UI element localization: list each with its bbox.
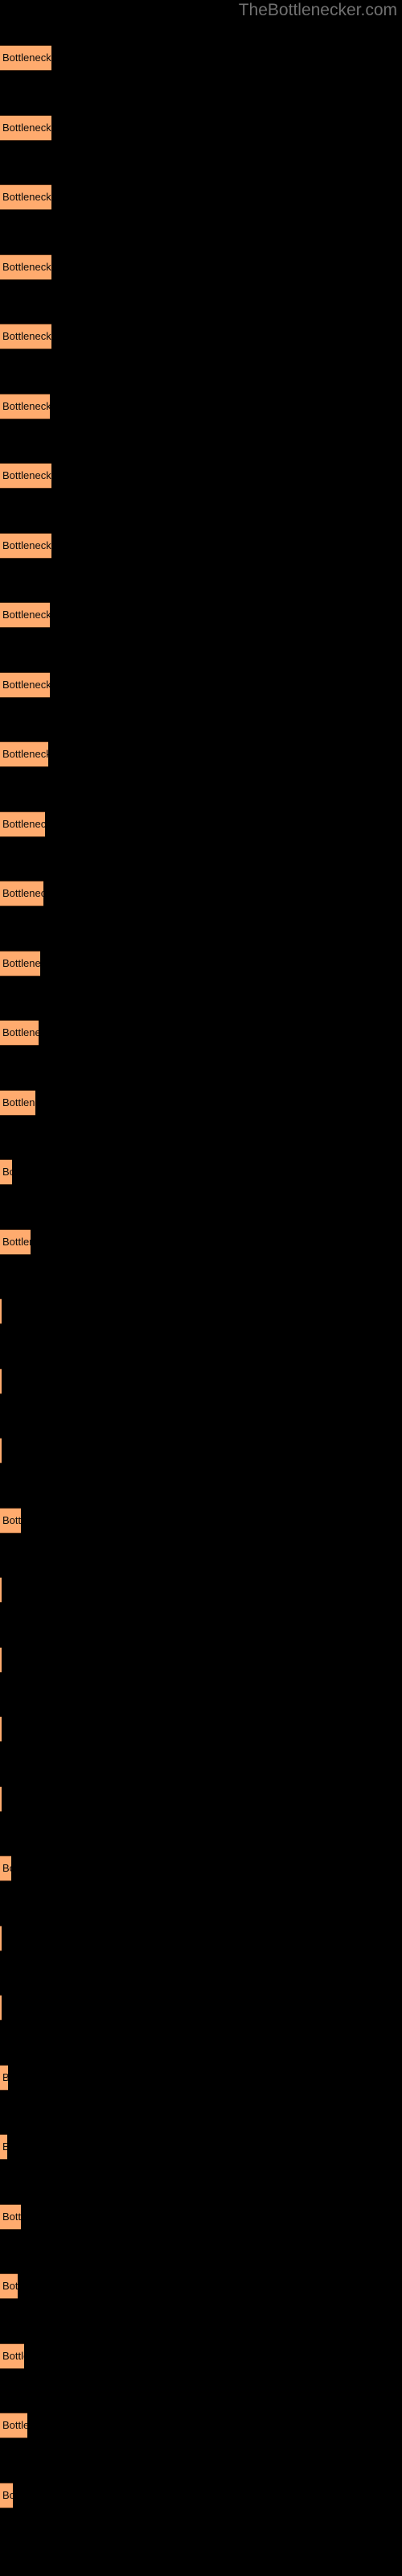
bar-label: Bottleneck result xyxy=(2,2211,21,2223)
bar-label: Bottleneck result xyxy=(2,1166,12,1178)
chart-bar[interactable]: Bottleneck result xyxy=(0,115,51,141)
bar-label: Bottleneck result xyxy=(2,1096,35,1108)
chart-bar[interactable]: Bottleneck result xyxy=(0,1786,2,1812)
bar-label: Bottleneck result xyxy=(2,1026,39,1038)
bar-label: Bottleneck result xyxy=(2,2141,7,2153)
bar-label: Bottleneck result xyxy=(2,679,50,691)
bar-label: Bottleneck result xyxy=(2,2489,13,2501)
chart-bar[interactable]: Bottleneck result xyxy=(0,951,40,976)
chart-bar[interactable]: Bottleneck result xyxy=(0,1647,2,1673)
chart-bar[interactable]: Bottleneck result xyxy=(0,1508,21,1534)
chart-bar[interactable]: Bottleneck result xyxy=(0,1577,2,1603)
bar-label: Bottleneck result xyxy=(2,52,51,64)
chart-bar[interactable]: Bottleneck result xyxy=(0,2343,24,2369)
bar-label: Bottleneck result xyxy=(2,818,45,830)
bar-label: Bottleneck result xyxy=(2,2280,18,2292)
bar-label: Bottleneck result xyxy=(2,469,51,481)
bar-label: Bottleneck result xyxy=(2,609,50,621)
chart-bar[interactable]: Bottleneck result xyxy=(0,1090,35,1116)
chart-bar[interactable]: Bottleneck result xyxy=(0,1995,2,2021)
chart-bar[interactable]: Bottleneck result xyxy=(0,1368,2,1394)
bar-label: Bottleneck result xyxy=(2,1862,11,1874)
chart-bar[interactable]: Bottleneck result xyxy=(0,2134,7,2160)
chart-bar[interactable]: Bottleneck result xyxy=(0,1438,2,1463)
chart-bar[interactable]: Bottleneck result xyxy=(0,2065,8,2091)
chart-bar[interactable]: Bottleneck result xyxy=(0,741,48,767)
chart-bar[interactable]: Bottleneck result xyxy=(0,533,51,559)
bar-label: Bottleneck result xyxy=(2,191,51,203)
chart-bar[interactable]: Bottleneck result xyxy=(0,463,51,489)
chart-bar[interactable]: Bottleneck result xyxy=(0,811,45,837)
chart-bar[interactable]: Bottleneck result xyxy=(0,1926,2,1951)
bar-label: Bottleneck result xyxy=(2,2072,8,2083)
bar-series-layer: Bottleneck result Bottleneck result Bottle… xyxy=(0,0,402,2576)
bar-label: Bottleneck result xyxy=(2,748,48,760)
bar-label: Bottleneck result xyxy=(2,957,40,969)
chart-bar[interactable]: Bottleneck result xyxy=(0,2273,18,2299)
chart-bar[interactable]: Bottleneck result xyxy=(0,254,51,280)
bar-label: Bottleneck result xyxy=(2,122,51,134)
bar-label: Bottleneck result xyxy=(2,330,51,342)
bar-label: Bottleneck result xyxy=(2,261,51,273)
chart-bar[interactable]: Bottleneck result xyxy=(0,602,50,628)
bottleneck-bar-chart: TheBottlenecker.com Bottleneck resultBot… xyxy=(0,0,402,2576)
bar-label: Bottleneck result xyxy=(2,1236,31,1248)
chart-bar[interactable]: Bottleneck result xyxy=(0,45,51,71)
chart-bar[interactable]: Bottleneck result xyxy=(0,1020,39,1046)
chart-bar[interactable]: Bottleneck result xyxy=(0,1716,2,1742)
bar-label: Bottleneck result xyxy=(2,1514,21,1526)
bar-label: Bottleneck result xyxy=(2,2419,27,2431)
chart-bar[interactable]: Bottleneck result xyxy=(0,2413,27,2438)
chart-bar[interactable]: Bottleneck result xyxy=(0,394,50,419)
chart-bar[interactable]: Bottleneck result xyxy=(0,2483,13,2508)
chart-bar[interactable]: Bottleneck result xyxy=(0,324,51,349)
bar-label: Bottleneck result xyxy=(2,2350,24,2362)
bar-label: Bottleneck result xyxy=(2,539,51,551)
chart-bar[interactable]: Bottleneck result xyxy=(0,1159,12,1185)
chart-bar[interactable]: Bottleneck result xyxy=(0,1298,2,1324)
chart-bar[interactable]: Bottleneck result xyxy=(0,672,50,698)
chart-bar[interactable]: Bottleneck result xyxy=(0,1229,31,1255)
chart-bar[interactable]: Bottleneck result xyxy=(0,881,43,906)
chart-bar[interactable]: Bottleneck result xyxy=(0,1856,11,1881)
chart-bar[interactable]: Bottleneck result xyxy=(0,2204,21,2230)
chart-bar[interactable]: Bottleneck result xyxy=(0,184,51,210)
bar-label: Bottleneck result xyxy=(2,887,43,899)
bar-label: Bottleneck result xyxy=(2,400,50,412)
